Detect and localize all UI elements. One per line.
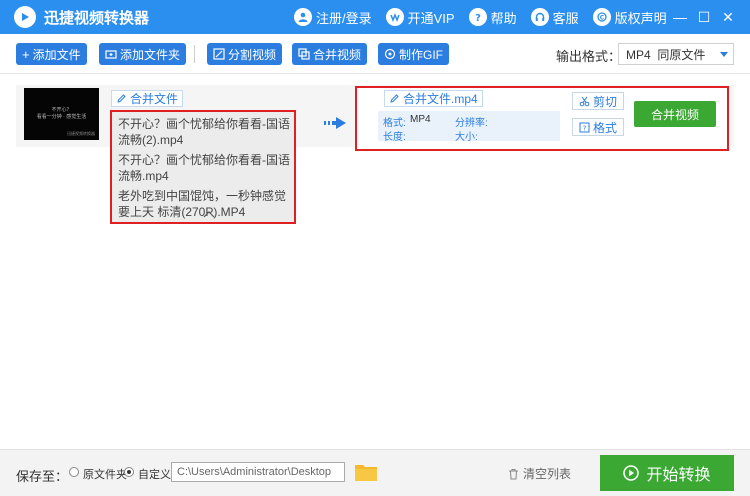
format-info-value: MP4 [410,114,431,125]
edit-icon [390,94,399,103]
merge-icon [298,48,310,60]
start-convert-button[interactable]: 开始转换 [600,455,734,491]
chevron-up-icon[interactable] [203,210,215,218]
thumbnail-watermark: 迅捷视频转换器 [67,131,95,136]
convert-arrow-icon [324,117,346,129]
add-folder-label: 添加文件夹 [120,47,181,62]
split-icon [213,48,225,60]
gif-icon [384,48,396,60]
merge-video-button[interactable]: 合并视频 [634,101,716,127]
file-list-scroll: 不开心？画个忧郁给你看看-国语流畅(2).mp4 不开心？画个忧郁给你看看-国语… [112,112,294,222]
thumbnail-line-1: 不开心？ [51,107,72,113]
merge-files-label: 合并文件 [130,92,179,106]
scissors-icon [579,96,590,106]
vip-icon [385,8,404,26]
original-folder-label: 原文件夹 [83,469,127,481]
login-label: 注册/登录 [316,10,372,26]
list-item[interactable]: 不开心？画个忧郁给你看看-国语流畅.mp4 [118,152,294,184]
format-info-label: 格式: [383,118,406,129]
make-gif-button[interactable]: 制作GIF [378,43,449,65]
start-convert-label: 开始转换 [646,467,711,484]
output-info: 格式: MP4 分辨率: 长度: 大小: [378,111,560,143]
trash-icon [509,468,518,479]
toolbar: + 添加文件 添加文件夹 分割视频 合并视频 制作GIF 输出格式： MP4 同… [0,34,750,74]
help-label: 帮助 [490,10,517,26]
folder-icon[interactable] [354,463,378,482]
make-gif-label: 制作GIF [399,47,443,62]
folder-plus-icon [105,50,117,59]
clear-list-button[interactable]: 清空列表 [508,465,571,482]
save-to-label: 保存至： [16,469,69,484]
thumbnail-line-2: 看看一分钟 · 感觉生活 [36,114,87,120]
copyright-label: 版权声明 [614,10,667,26]
merge-files-tag[interactable]: 合并文件 [111,90,184,107]
svg-text:C: C [599,14,604,21]
user-icon [294,8,312,26]
output-format-select[interactable]: MP4 同原文件 [618,43,734,65]
login-button[interactable]: 注册/登录 [294,8,372,27]
add-file-label: 添加文件 [32,47,81,62]
vip-label: 开通VIP [407,10,455,26]
app-title: 迅捷视频转换器 [44,9,150,27]
service-label: 客服 [552,10,579,26]
output-filename-tag[interactable]: 合并文件.mp4 [384,90,483,107]
output-format-label: 输出格式： [556,49,622,64]
format-icon: ? [579,122,590,132]
title-actions: 注册/登录 开通VIP ? 帮助 客服 C 版权声明 [294,0,681,34]
custom-folder-radio[interactable] [124,467,134,477]
close-button[interactable]: ✕ [716,9,740,26]
copyright-icon: C [592,8,611,26]
list-item[interactable]: 不开心？画个忧郁给你看看-国语流畅(2).mp4 [118,116,294,148]
title-bar: 迅捷视频转换器 注册/登录 开通VIP ? 帮助 客服 C 版权声明 — ☐ ✕ [0,0,750,34]
split-video-label: 分割视频 [228,47,277,62]
add-file-button[interactable]: + 添加文件 [16,43,87,65]
minimize-button[interactable]: — [668,9,692,25]
split-video-button[interactable]: 分割视频 [207,43,283,65]
dropdown-arrow-icon [720,52,728,57]
output-filename: 合并文件.mp4 [403,92,478,106]
play-icon [623,465,640,481]
question-icon: ? [468,8,487,26]
headset-icon [530,8,549,26]
maximize-button[interactable]: ☐ [692,9,716,26]
footer: 保存至： 原文件夹 自定义 清空列表 开始转换 [0,449,750,496]
cut-button[interactable]: 剪切 [572,92,624,110]
vip-button[interactable]: 开通VIP [385,8,455,27]
resolution-info-label: 分辨率: [455,118,488,129]
size-info-label: 大小: [455,132,478,143]
edit-icon [117,94,126,103]
clear-list-label: 清空列表 [523,467,572,481]
toolbar-divider [194,45,195,63]
custom-folder-label: 自定义 [138,469,171,481]
format-button[interactable]: ? 格式 [572,118,624,136]
output-format-value: MP4 同原文件 [626,47,706,62]
merge-video-toolbar-label: 合并视频 [313,47,362,62]
add-folder-button[interactable]: 添加文件夹 [99,43,187,65]
merge-video-toolbar-button[interactable]: 合并视频 [292,43,368,65]
save-path-input[interactable] [171,462,345,482]
plus-icon: + [22,46,30,62]
cut-label: 剪切 [592,94,617,109]
format-label: 格式 [592,120,617,135]
service-button[interactable]: 客服 [530,8,579,27]
svg-text:?: ? [583,124,587,132]
copyright-button[interactable]: C 版权声明 [592,8,667,27]
window-controls: — ☐ ✕ [668,0,740,34]
video-thumbnail[interactable]: 不开心？ 看看一分钟 · 感觉生活 迅捷视频转换器 [24,88,99,140]
app-logo-icon [14,6,36,28]
svg-text:?: ? [475,13,481,23]
original-folder-radio[interactable] [69,467,79,477]
duration-info-label: 长度: [383,132,406,143]
help-button[interactable]: ? 帮助 [468,8,517,27]
merge-file-list[interactable]: 不开心？画个忧郁给你看看-国语流畅(2).mp4 不开心？画个忧郁给你看看-国语… [110,110,296,224]
